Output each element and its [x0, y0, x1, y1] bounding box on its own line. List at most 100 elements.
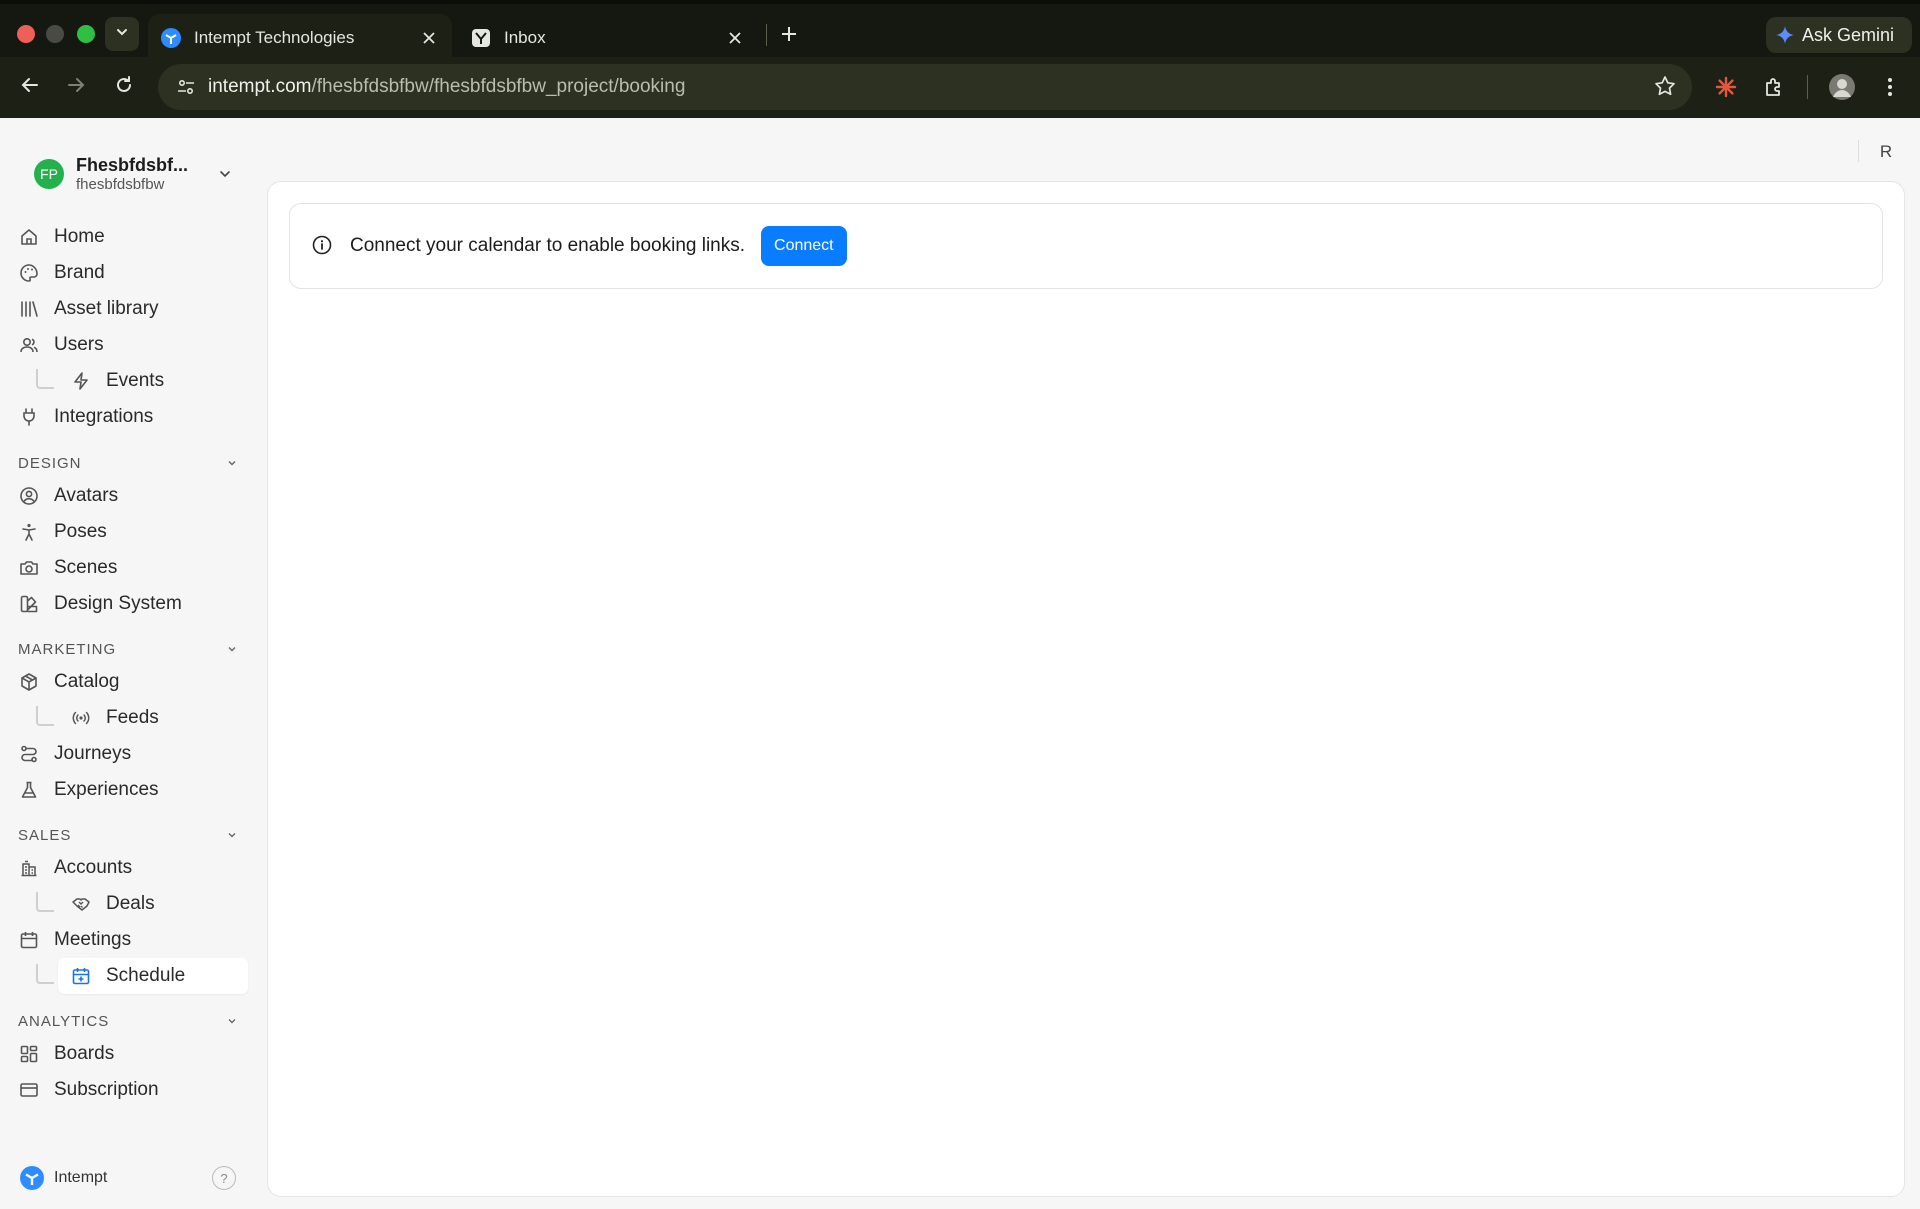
extensions-puzzle-icon[interactable] [1758, 71, 1790, 103]
sidebar-item-label: Feeds [106, 707, 159, 728]
sidebar-item-label: Asset library [54, 298, 159, 319]
address-bar[interactable]: intempt.com/fhesbfdsbfbw/fhesbfdsbfbw_pr… [158, 64, 1692, 110]
url-path: /fhesbfdsbfbw/fhesbfdsbfbw_project/booki… [311, 76, 686, 97]
profile-avatar-icon[interactable] [1826, 71, 1858, 103]
sidebar-item-accounts[interactable]: Accounts [18, 850, 132, 886]
tree-branch-line [36, 706, 54, 726]
section-analytics[interactable]: ANALYTICS [18, 1010, 240, 1032]
toolbar-separator [1807, 75, 1808, 99]
chevron-down-icon [216, 167, 234, 181]
extension-asterisk-icon[interactable] [1710, 71, 1742, 103]
site-info-icon[interactable] [164, 64, 208, 110]
user-menu-button[interactable]: R [1874, 140, 1898, 164]
sidebar-item-brand[interactable]: Brand [18, 255, 105, 291]
app-root: FP Fhesbfdsbf... fhesbfdsbfbw Home Brand… [0, 118, 1920, 1209]
section-design[interactable]: DESIGN [18, 452, 240, 474]
sidebar-item-catalog[interactable]: Catalog [18, 664, 120, 700]
sidebar-item-label: Design System [54, 593, 182, 614]
handshake-icon [70, 893, 92, 915]
bookmark-star-icon[interactable] [1654, 75, 1676, 102]
plug-icon [18, 406, 40, 428]
user-circle-icon [18, 485, 40, 507]
section-label: SALES [18, 826, 72, 844]
sidebar-item-boards[interactable]: Boards [18, 1036, 114, 1072]
connect-button[interactable]: Connect [761, 226, 847, 266]
sidebar-item-label: Brand [54, 262, 105, 283]
sidebar-item-deals[interactable]: Deals [70, 886, 155, 922]
reload-button[interactable] [108, 71, 140, 103]
sidebar-item-feeds[interactable]: Feeds [70, 700, 159, 736]
sidebar-item-schedule[interactable]: Schedule [58, 958, 248, 994]
route-icon [18, 743, 40, 765]
package-icon [18, 671, 40, 693]
brand-name: Intempt [54, 1169, 108, 1186]
workspace-switcher[interactable]: FP Fhesbfdsbf... fhesbfdsbfbw [34, 152, 234, 196]
back-button[interactable] [14, 71, 46, 103]
close-tab-icon[interactable] [724, 27, 746, 49]
reload-icon [114, 75, 134, 100]
chevron-down-icon [115, 25, 129, 44]
sidebar-footer: Intempt ? [20, 1164, 236, 1192]
sidebar-item-label: Subscription [54, 1079, 159, 1100]
sidebar-item-subscription[interactable]: Subscription [18, 1072, 159, 1108]
minimize-window-button[interactable] [46, 25, 64, 43]
intempt-logo-icon [20, 1166, 44, 1190]
forward-button[interactable] [60, 71, 92, 103]
section-label: ANALYTICS [18, 1012, 110, 1030]
help-button[interactable]: ? [212, 1166, 236, 1190]
sidebar-item-meetings[interactable]: Meetings [18, 922, 131, 958]
banner-message: Connect your calendar to enable booking … [350, 235, 746, 256]
workspace-slug: fhesbfdsbfbw [76, 176, 165, 193]
ask-gemini-button[interactable]: Ask Gemini [1766, 17, 1912, 53]
sidebar-item-label: Poses [54, 521, 107, 542]
sidebar-item-home[interactable]: Home [18, 219, 105, 255]
tab-inbox[interactable]: Inbox [458, 14, 758, 61]
sidebar-item-scenes[interactable]: Scenes [18, 550, 117, 586]
yahoo-favicon-icon [470, 27, 492, 49]
sidebar-item-integrations[interactable]: Integrations [18, 399, 153, 435]
sidebar-item-users[interactable]: Users [18, 327, 104, 363]
chevron-down-icon [224, 1016, 240, 1026]
sidebar-item-experiences[interactable]: Experiences [18, 772, 159, 808]
tree-branch-line [36, 369, 54, 389]
workspace-avatar: FP [34, 159, 64, 189]
browser-menu-icon[interactable] [1874, 71, 1906, 103]
sidebar-item-events[interactable]: Events [70, 363, 164, 399]
camera-icon [18, 557, 40, 579]
home-icon [18, 226, 40, 248]
sidebar-item-label: Users [54, 334, 104, 355]
tab-intempt[interactable]: Intempt Technologies [148, 14, 452, 61]
swatch-book-icon [18, 593, 40, 615]
sidebar-item-label: Home [54, 226, 105, 247]
connect-calendar-banner: Connect your calendar to enable booking … [289, 203, 1883, 289]
flask-icon [18, 779, 40, 801]
tab-title: Intempt Technologies [194, 27, 355, 47]
sidebar-item-poses[interactable]: Poses [18, 514, 107, 550]
arrow-left-icon [20, 75, 40, 100]
sidebar-item-journeys[interactable]: Journeys [18, 736, 131, 772]
browser-toolbar: intempt.com/fhesbfdsbfbw/fhesbfdsbfbw_pr… [0, 57, 1920, 118]
close-tab-icon[interactable] [418, 27, 440, 49]
sidebar-item-asset-library[interactable]: Asset library [18, 291, 159, 327]
section-label: DESIGN [18, 454, 82, 472]
browser-chrome: Intempt Technologies Inbox Ask Gemini in… [0, 0, 1920, 118]
new-tab-button[interactable] [776, 21, 802, 47]
tab-search-button[interactable] [105, 17, 139, 51]
sidebar-item-label: Experiences [54, 779, 159, 800]
chevron-down-icon [224, 830, 240, 840]
section-marketing[interactable]: MARKETING [18, 638, 240, 660]
sidebar-item-design-system[interactable]: Design System [18, 586, 182, 622]
gemini-sparkle-icon [1776, 26, 1794, 44]
users-icon [18, 334, 40, 356]
palette-icon [18, 262, 40, 284]
sidebar-item-avatars[interactable]: Avatars [18, 478, 118, 514]
plus-icon [780, 19, 798, 50]
sidebar-item-label: Boards [54, 1043, 115, 1064]
maximize-window-button[interactable] [77, 25, 95, 43]
section-label: MARKETING [18, 640, 117, 658]
section-sales[interactable]: SALES [18, 824, 240, 846]
sidebar-item-label: Schedule [106, 965, 186, 986]
close-window-button[interactable] [17, 25, 35, 43]
building-icon [18, 857, 40, 879]
sidebar-item-label: Meetings [54, 929, 132, 950]
